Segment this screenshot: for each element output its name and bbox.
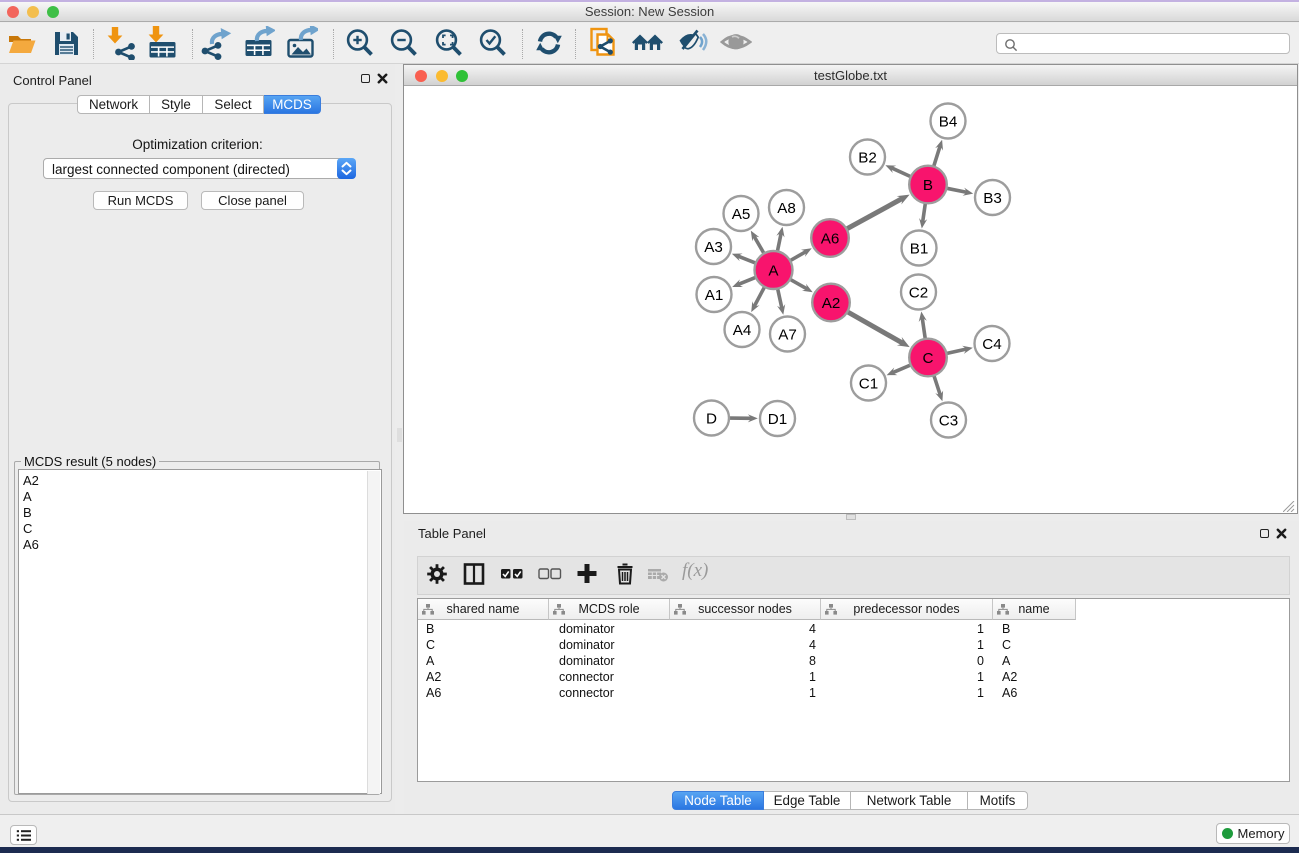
svg-text:C1: C1 [859,375,878,392]
svg-text:B4: B4 [939,113,958,130]
svg-text:A: A [768,262,779,279]
svg-text:A3: A3 [704,239,723,256]
svg-text:A5: A5 [732,206,751,223]
svg-text:B3: B3 [983,190,1002,207]
svg-text:C: C [923,350,934,367]
svg-text:A4: A4 [733,322,752,339]
svg-text:C2: C2 [909,284,928,301]
svg-text:A1: A1 [705,287,724,304]
svg-text:A8: A8 [777,200,796,217]
svg-text:B1: B1 [910,240,929,257]
svg-text:C4: C4 [982,336,1001,353]
svg-text:D: D [706,410,717,427]
svg-text:B: B [923,177,933,194]
svg-text:A2: A2 [822,295,841,312]
svg-text:A6: A6 [821,230,840,247]
svg-text:D1: D1 [768,411,787,428]
svg-text:C3: C3 [939,412,958,429]
svg-text:A7: A7 [778,326,797,343]
svg-text:B2: B2 [858,149,877,166]
